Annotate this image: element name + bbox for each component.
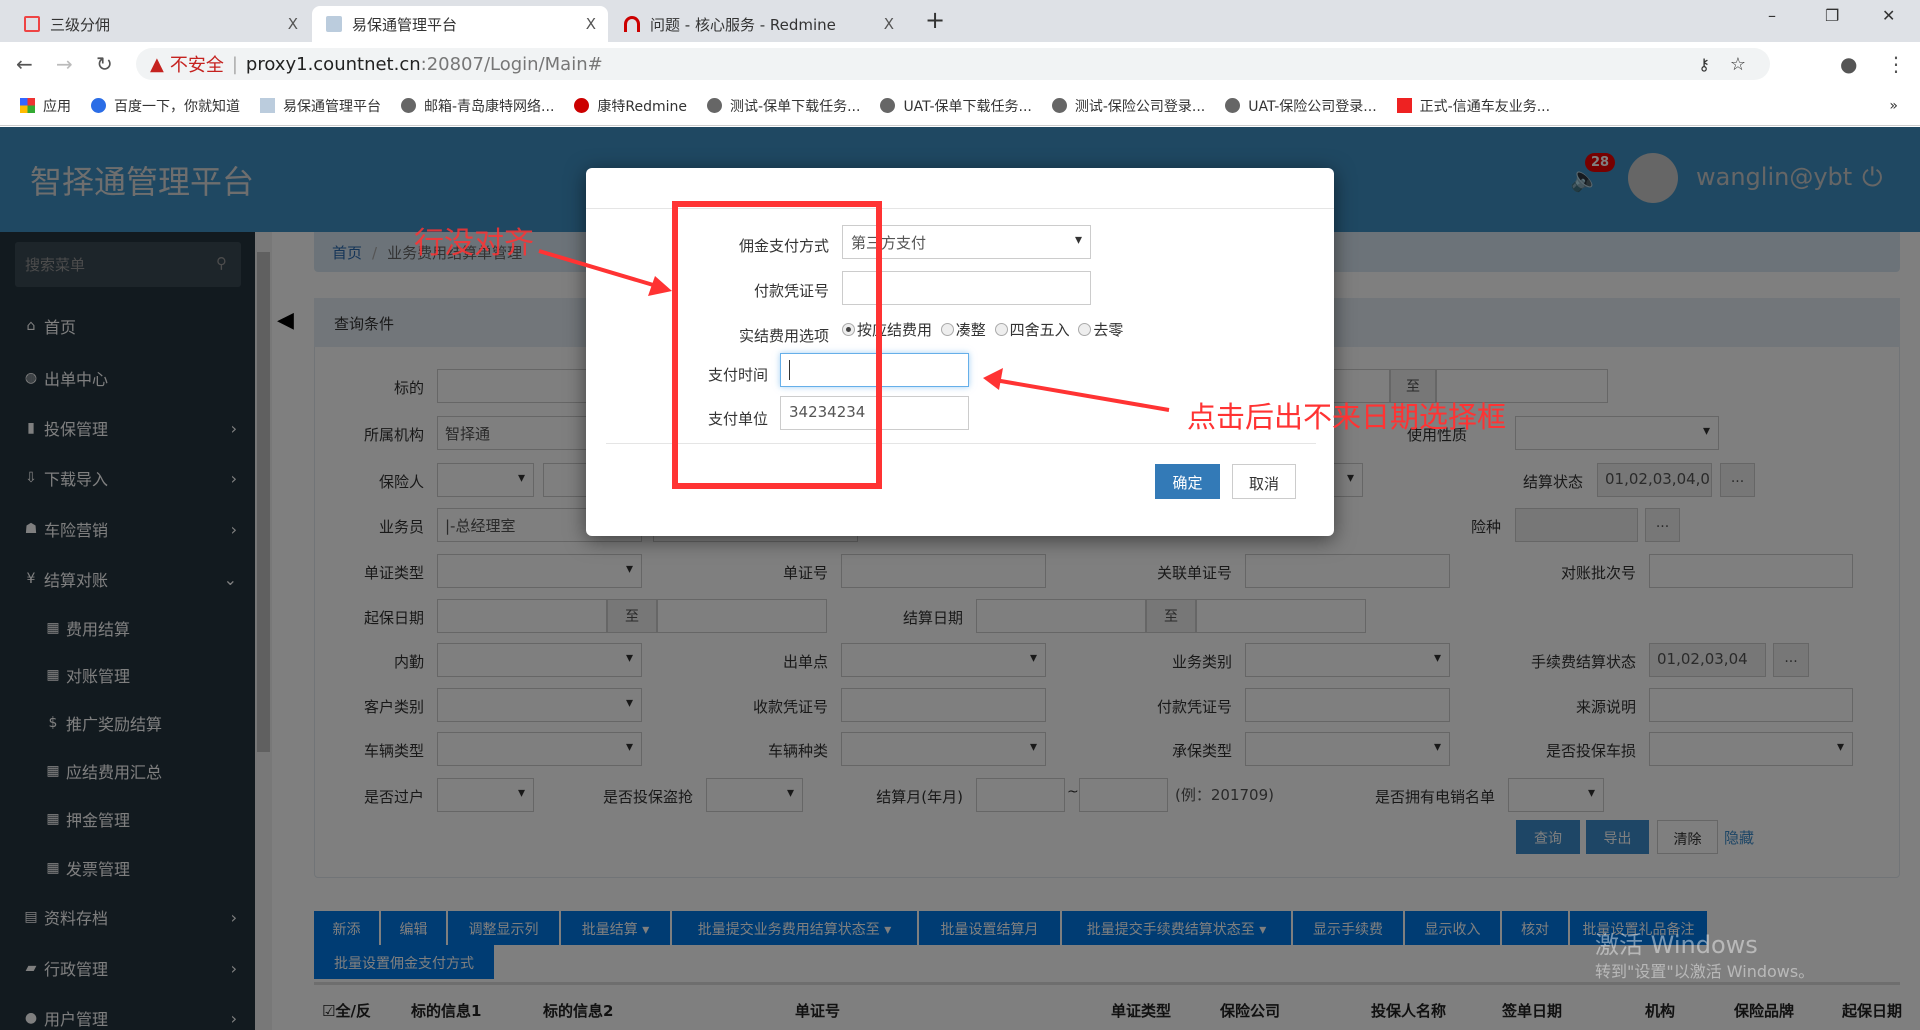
- arrow-icon: [538, 249, 672, 296]
- arrow-icon: [983, 368, 1170, 412]
- annotation-arrows: [538, 249, 1170, 412]
- annotation-no-datepicker: 点击后出不来日期选择框: [1187, 400, 1507, 434]
